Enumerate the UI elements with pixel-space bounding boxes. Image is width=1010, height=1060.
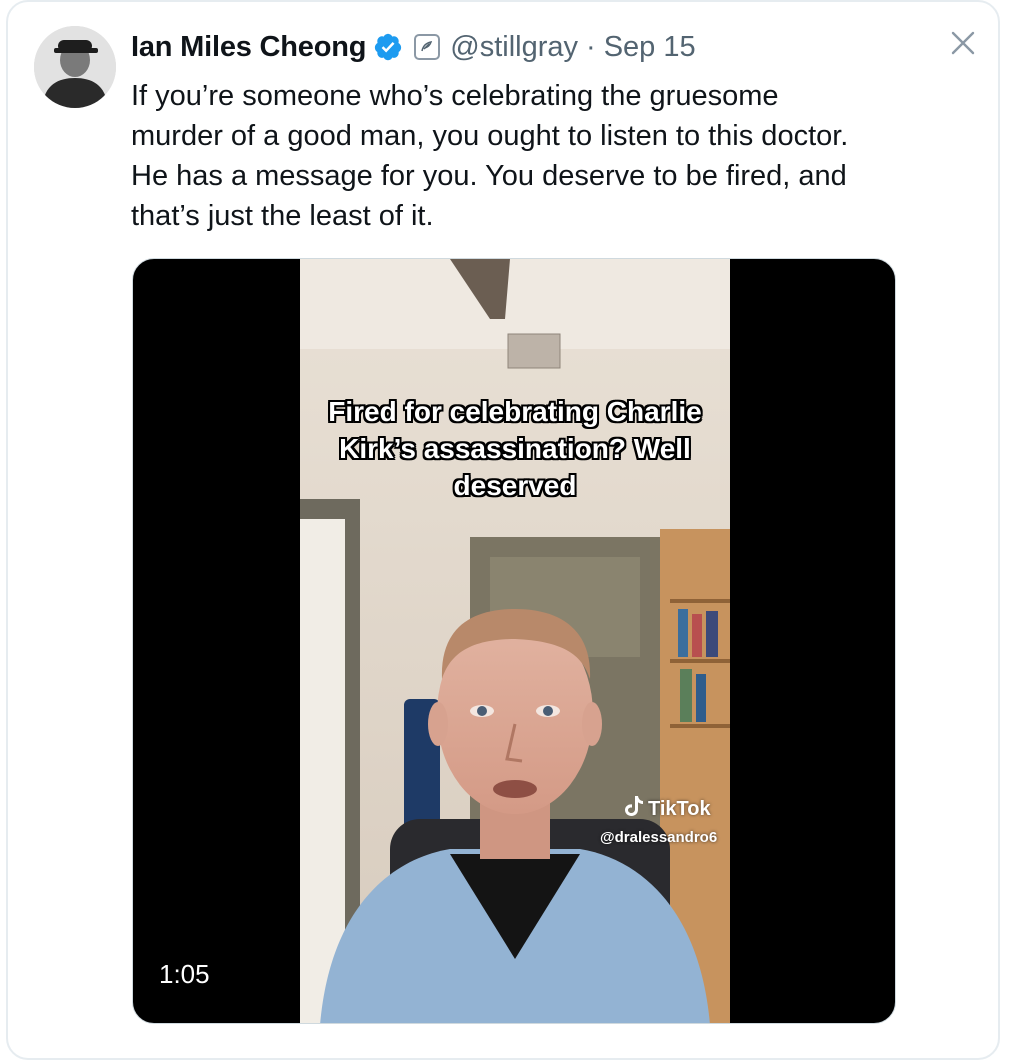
video-duration: 1:05 bbox=[159, 959, 210, 989]
tweet-date[interactable]: Sep 15 bbox=[604, 31, 696, 64]
video-caption: Fired for celebrating Charlie Kirk’s ass… bbox=[328, 396, 702, 501]
tweet-text: If you’re someone who’s celebrating the … bbox=[131, 80, 849, 232]
tiktok-watermark: TikTok bbox=[623, 794, 711, 824]
author-handle[interactable]: @stillgray bbox=[450, 31, 578, 64]
video-player[interactable]: Fired for celebrating Charlie Kirk’s ass… bbox=[132, 258, 896, 1024]
tiktok-logo-icon bbox=[623, 794, 645, 824]
author-avatar[interactable] bbox=[34, 26, 116, 108]
tweet-header: Ian Miles Cheong @stillgray · Sep 15 bbox=[131, 26, 696, 68]
verified-badge-icon bbox=[373, 32, 403, 62]
close-icon[interactable] bbox=[946, 26, 980, 60]
header-separator: · bbox=[586, 30, 596, 63]
video-frame[interactable]: Fired for celebrating Charlie Kirk’s ass… bbox=[300, 259, 730, 1023]
affiliate-badge-icon[interactable] bbox=[414, 34, 441, 60]
author-display-name[interactable]: Ian Miles Cheong bbox=[131, 31, 366, 64]
tiktok-brand-text: TikTok bbox=[648, 797, 711, 820]
tiktok-handle: @dralessandro6 bbox=[600, 829, 718, 846]
